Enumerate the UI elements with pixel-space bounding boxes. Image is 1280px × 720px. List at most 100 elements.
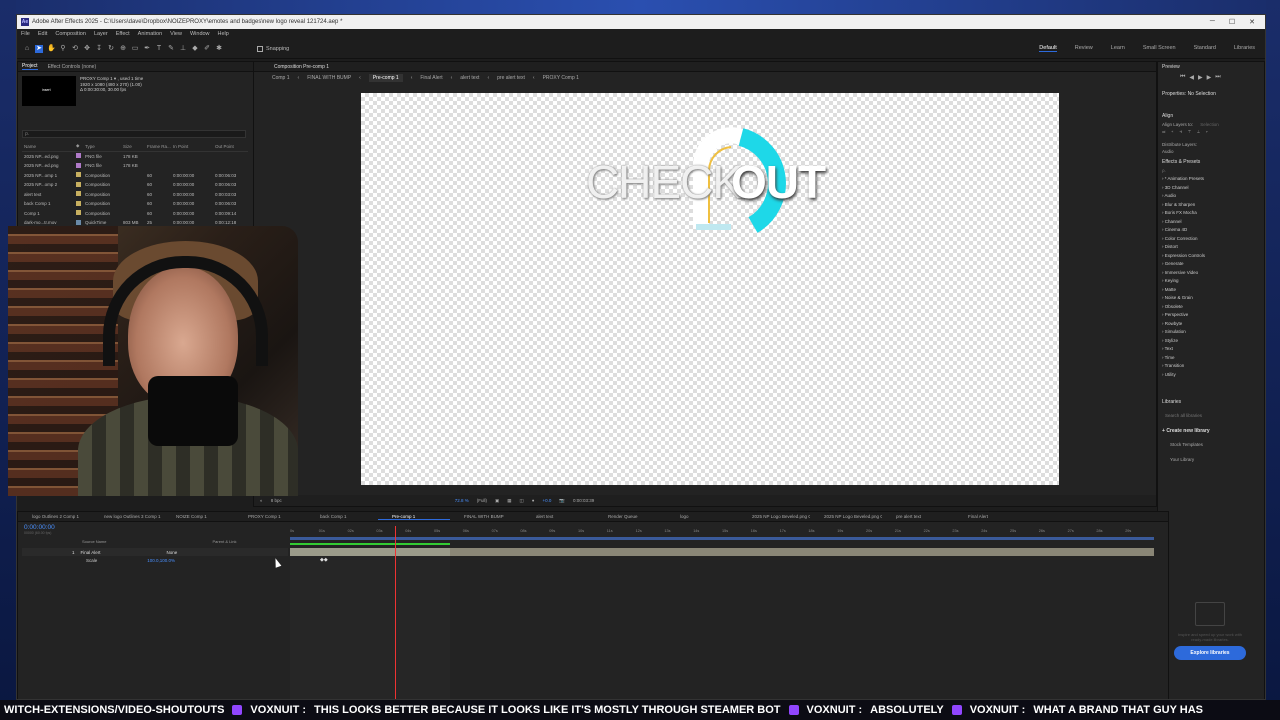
effects-category[interactable]: › Cinema 4D	[1162, 226, 1264, 235]
effects-category[interactable]: › Keying	[1162, 277, 1264, 286]
timeline-tab[interactable]: FINAL WITH BUMP	[450, 514, 522, 519]
effects-category[interactable]: › Noise & Grain	[1162, 294, 1264, 303]
effects-category[interactable]: › Matte	[1162, 286, 1264, 295]
effects-category[interactable]: › Blur & Sharpen	[1162, 201, 1264, 210]
effects-category[interactable]: › 3D Channel	[1162, 184, 1264, 193]
composition-canvas[interactable]: CHECK OUT	[361, 93, 1059, 485]
effects-category[interactable]: › Perspective	[1162, 311, 1264, 320]
effects-category[interactable]: › Stylize	[1162, 337, 1264, 346]
timeline-timecode[interactable]: 0:00:00:00	[24, 524, 55, 531]
close-icon[interactable]: ✕	[1249, 18, 1255, 26]
project-item-name[interactable]: dark-mo...tr.mov	[22, 220, 76, 225]
effects-category[interactable]: › Rowbyte	[1162, 320, 1264, 329]
project-item-name[interactable]: 2025 NP...ed.png	[22, 154, 76, 159]
breadcrumb-item[interactable]: alert text	[460, 75, 479, 81]
hand-tool-icon[interactable]: ✋	[47, 45, 56, 53]
previous-frame-icon[interactable]: ◀	[1189, 74, 1194, 81]
menu-effect[interactable]: Effect	[116, 31, 130, 37]
stock-templates-item[interactable]: Stock Templates	[1158, 436, 1264, 453]
column-source-name[interactable]: Source Name	[82, 539, 106, 547]
home-icon[interactable]: ⌂	[23, 45, 31, 53]
project-item-label-color[interactable]	[76, 181, 85, 188]
effects-category[interactable]: › Time	[1162, 354, 1264, 363]
menu-help[interactable]: Help	[218, 31, 229, 37]
layer-parent-dropdown[interactable]: None	[167, 550, 178, 555]
first-frame-icon[interactable]: ⏮	[1180, 74, 1185, 81]
effects-category[interactable]: › Boris FX Mocha	[1162, 209, 1264, 218]
timeline-tab[interactable]: new logo Outlines 3 Comp 1	[90, 514, 162, 519]
menu-composition[interactable]: Composition	[55, 31, 86, 37]
timeline-tab[interactable]: alert text	[522, 514, 594, 519]
libraries-title[interactable]: Libraries	[1158, 397, 1264, 407]
timeline-tab[interactable]: Pre-comp 1	[378, 514, 450, 520]
transparency-grid-icon[interactable]: ▦	[507, 498, 511, 504]
effects-category[interactable]: › Transition	[1162, 362, 1264, 371]
project-search-input[interactable]: ρ.	[22, 130, 246, 138]
tab-project[interactable]: Project	[22, 63, 38, 70]
effects-category[interactable]: › Channel	[1162, 218, 1264, 227]
puppet-tool-icon[interactable]: ✱	[215, 45, 223, 53]
project-item-name[interactable]: 2025 NP...omp 2	[22, 182, 76, 187]
project-item-row[interactable]: 2025 NP...omp 1 Composition 60 0:00:00:00 0:…	[22, 171, 248, 181]
work-area-bar[interactable]	[290, 537, 1154, 540]
rectangle-tool-icon[interactable]: ▭	[131, 45, 139, 53]
layer-row[interactable]: 1 Final Alert None	[22, 548, 288, 556]
eraser-tool-icon[interactable]: ◆	[191, 45, 199, 53]
project-item-label-color[interactable]	[76, 162, 85, 169]
effects-presets-title[interactable]: Effects & Presets	[1158, 157, 1264, 167]
audio-label[interactable]: Audio	[1158, 148, 1264, 155]
effects-category[interactable]: › Distort	[1162, 243, 1264, 252]
timeline-tab[interactable]: PROXY Comp 1	[234, 514, 306, 519]
label-column-icon[interactable]: ◆	[76, 143, 85, 149]
pen-tool-icon[interactable]: ✒	[143, 45, 151, 53]
column-out-point[interactable]: Out Point	[215, 144, 245, 149]
menu-view[interactable]: View	[170, 31, 182, 37]
project-item-name[interactable]: Comp 1	[22, 211, 76, 216]
current-time-display[interactable]: 0:00:03:39	[573, 498, 594, 503]
timeline-tab[interactable]: 2025 NP Logo Beveled.png Comp 1	[738, 514, 810, 519]
bit-depth-label[interactable]: 8 bpc	[271, 498, 282, 503]
explore-libraries-button[interactable]: Explore libraries	[1174, 646, 1246, 660]
column-frame-rate[interactable]: Frame Ra...	[147, 144, 173, 149]
column-size[interactable]: Size	[123, 144, 147, 149]
brush-tool-icon[interactable]: ✎	[167, 45, 175, 53]
next-frame-icon[interactable]: ▶	[1207, 74, 1212, 81]
timeline-tab[interactable]: Final Alert	[954, 514, 1026, 519]
play-icon[interactable]: ▶	[1198, 74, 1203, 81]
column-type[interactable]: Type	[85, 144, 123, 149]
menu-file[interactable]: File	[21, 31, 30, 37]
layer-property-row[interactable]: Scale 100.0,100.0%	[22, 556, 288, 564]
effects-category[interactable]: › Obsolete	[1162, 303, 1264, 312]
effects-category[interactable]: › Immersive Video	[1162, 269, 1264, 278]
menu-edit[interactable]: Edit	[38, 31, 47, 37]
menu-layer[interactable]: Layer	[94, 31, 108, 37]
effects-search-input[interactable]: ρ.	[1158, 167, 1264, 175]
snapshot-icon[interactable]: 📷	[559, 498, 565, 504]
anchor-point-tool-icon[interactable]: ⊕	[119, 45, 127, 53]
rotation-tool-icon[interactable]: ↻	[107, 45, 115, 53]
timeline-tab[interactable]: back Comp 1	[306, 514, 378, 519]
minimize-icon[interactable]: ─	[1210, 18, 1215, 26]
project-item-row[interactable]: 2025 NP...ed.png PNG file 178 KB	[22, 152, 248, 162]
toggle-channel-icon[interactable]: ◐	[260, 498, 263, 503]
effects-category[interactable]: › Generate	[1162, 260, 1264, 269]
breadcrumb-item[interactable]: PROXY Comp 1	[543, 75, 579, 81]
effects-category[interactable]: › * Animation Presets	[1162, 175, 1264, 184]
region-of-interest-icon[interactable]: ▣	[495, 498, 499, 504]
maximize-icon[interactable]: ☐	[1229, 18, 1235, 26]
column-parent-link[interactable]: Parent & Link	[212, 539, 236, 547]
snapping-checkbox[interactable]	[257, 45, 263, 52]
project-item-row[interactable]: alert text Composition 60 0:00:00:00 0:00:03…	[22, 190, 248, 200]
scale-value[interactable]: 100.0,100.0%	[147, 558, 175, 563]
menu-animation[interactable]: Animation	[138, 31, 162, 37]
project-item-label-color[interactable]	[76, 153, 85, 159]
color-channel-icon[interactable]: ●	[532, 498, 535, 503]
timeline-tab[interactable]: Render Queue	[594, 514, 666, 519]
workspace-small-screen[interactable]: Small Screen	[1143, 45, 1176, 52]
workspace-review[interactable]: Review	[1075, 45, 1093, 52]
project-item-name[interactable]: alert text	[22, 192, 76, 197]
column-in-point[interactable]: In Point	[173, 144, 215, 149]
selection-tool-icon[interactable]: ➤	[35, 44, 43, 53]
effects-category[interactable]: › Simulation	[1162, 328, 1264, 337]
snapping-toggle[interactable]: Snapping	[257, 45, 289, 52]
